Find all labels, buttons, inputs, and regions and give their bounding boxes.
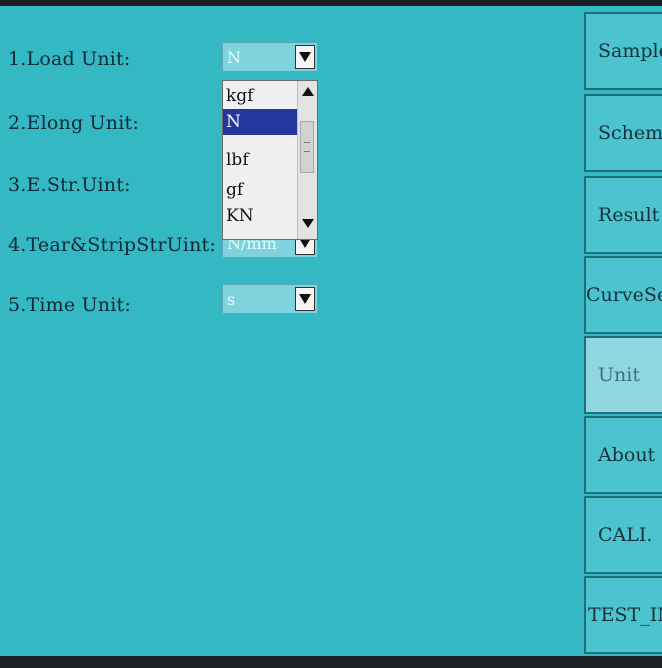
chevron-down-icon[interactable] bbox=[295, 45, 315, 69]
load-unit-label: 1.Load Unit: bbox=[8, 48, 131, 70]
scroll-down-icon[interactable] bbox=[302, 219, 314, 228]
dropdown-option-kgf[interactable]: kgf bbox=[223, 83, 297, 109]
nav-unit-button[interactable]: Unit bbox=[584, 336, 662, 414]
scroll-up-icon[interactable] bbox=[302, 87, 314, 96]
dropdown-option-n[interactable]: N bbox=[223, 109, 297, 135]
nav-cali-button[interactable]: CALI. bbox=[584, 496, 662, 574]
dropdown-option-gf[interactable]: gf bbox=[223, 177, 297, 203]
e-str-unit-label: 3.E.Str.Uint: bbox=[8, 174, 131, 196]
dropdown-scrollbar[interactable] bbox=[297, 81, 317, 239]
time-unit-label: 5.Time Unit: bbox=[8, 294, 131, 316]
nav-about-button[interactable]: About bbox=[584, 416, 662, 494]
screen-bezel-bottom bbox=[0, 656, 662, 668]
nav-curveset-button[interactable]: CurveSet bbox=[584, 256, 662, 334]
nav-result-button[interactable]: Result bbox=[584, 176, 662, 254]
scroll-thumb[interactable] bbox=[300, 121, 314, 173]
load-unit-select[interactable]: N bbox=[222, 42, 318, 72]
nav-scheme-button[interactable]: Scheme bbox=[584, 94, 662, 172]
dropdown-option-kn[interactable]: KN bbox=[223, 205, 297, 227]
load-unit-dropdown-list[interactable]: kgf N lbf gf KN bbox=[222, 80, 318, 240]
nav-test-inf-button[interactable]: TEST_INF bbox=[584, 576, 662, 654]
dropdown-option-lbf[interactable]: lbf bbox=[223, 147, 297, 173]
elong-unit-label: 2.Elong Unit: bbox=[8, 112, 139, 134]
unit-settings-screen: 1.Load Unit: 2.Elong Unit: 3.E.Str.Uint:… bbox=[0, 6, 662, 660]
chevron-down-icon[interactable] bbox=[295, 287, 315, 311]
load-unit-value: N bbox=[227, 48, 241, 67]
time-unit-select[interactable]: s bbox=[222, 284, 318, 314]
time-unit-value: s bbox=[227, 290, 236, 309]
nav-sample-button[interactable]: Sample bbox=[584, 12, 662, 90]
tear-strip-str-unit-label: 4.Tear&StripStrUint: bbox=[8, 234, 216, 256]
